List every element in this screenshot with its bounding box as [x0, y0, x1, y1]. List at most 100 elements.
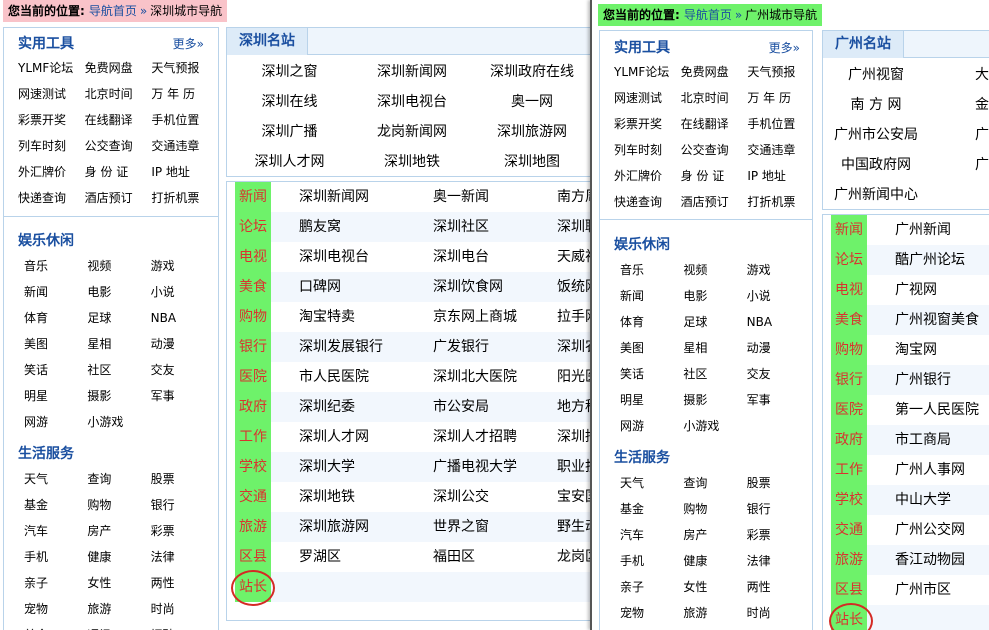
famous-site-link[interactable]: 南 方 网: [823, 90, 929, 120]
category-site-link[interactable]: 京东网上商城: [433, 302, 557, 332]
life-link[interactable]: 通讯: [87, 622, 150, 630]
category-site-link[interactable]: 深圳北大医院: [433, 362, 557, 392]
ent-link[interactable]: 笑话: [620, 361, 683, 387]
life-link[interactable]: 彩票: [747, 522, 810, 548]
life-link[interactable]: 女性: [683, 574, 746, 600]
tool-link[interactable]: IP 地址: [747, 163, 814, 189]
category-site-link[interactable]: 深圳公交: [433, 482, 557, 512]
famous-sites-tab[interactable]: 深圳名站: [227, 28, 308, 55]
ent-link[interactable]: NBA: [747, 309, 810, 335]
tool-link[interactable]: 在线翻译: [681, 111, 748, 137]
tools-more-link[interactable]: 更多»: [769, 39, 800, 56]
life-link[interactable]: 法律: [151, 544, 214, 570]
category-label[interactable]: 交通: [831, 515, 867, 545]
category-site-link[interactable]: 淘宝特卖: [271, 302, 433, 332]
ent-link[interactable]: 视频: [87, 253, 150, 279]
category-site-link[interactable]: 深圳电视台: [271, 242, 433, 272]
ent-link[interactable]: 军事: [747, 387, 810, 413]
life-link[interactable]: 汽车: [24, 518, 87, 544]
famous-site-link[interactable]: 深圳电视台: [352, 87, 472, 117]
tool-link[interactable]: IP 地址: [151, 159, 218, 185]
life-link[interactable]: 旅游: [683, 600, 746, 626]
ent-link[interactable]: 星相: [683, 335, 746, 361]
life-link[interactable]: 股票: [151, 466, 214, 492]
life-link[interactable]: 时尚: [747, 600, 810, 626]
category-label[interactable]: 购物: [235, 302, 271, 332]
tool-link[interactable]: 天气预报: [747, 59, 814, 85]
category-site-link[interactable]: 深圳社区: [433, 212, 557, 242]
tool-link[interactable]: 彩票开奖: [18, 107, 85, 133]
ent-link[interactable]: 笑话: [24, 357, 87, 383]
ent-link[interactable]: 视频: [683, 257, 746, 283]
life-link[interactable]: 宠物: [24, 596, 87, 622]
ent-link[interactable]: 社区: [87, 357, 150, 383]
ent-link[interactable]: 体育: [620, 309, 683, 335]
category-label[interactable]: 旅游: [831, 545, 867, 575]
tool-link[interactable]: 公交查询: [681, 137, 748, 163]
category-label[interactable]: 旅游: [235, 512, 271, 542]
life-link[interactable]: 天气: [24, 466, 87, 492]
category-site-link[interactable]: 拉手网: [557, 302, 590, 332]
ent-link[interactable]: 足球: [683, 309, 746, 335]
life-link[interactable]: 房产: [683, 522, 746, 548]
category-site-link[interactable]: 中山大学: [867, 485, 989, 515]
famous-site-link[interactable]: 广州市公安局: [823, 120, 929, 150]
tool-link[interactable]: 交通违章: [151, 133, 218, 159]
category-site-link[interactable]: 宝安国: [557, 482, 590, 512]
life-link[interactable]: 房产: [87, 518, 150, 544]
famous-site-link[interactable]: 中国政府网: [823, 150, 929, 180]
tool-link[interactable]: 列车时刻: [18, 133, 85, 159]
category-label[interactable]: 医院: [831, 395, 867, 425]
category-site-link[interactable]: 奥一新闻: [433, 182, 557, 212]
category-site-link[interactable]: 饭统网: [557, 272, 590, 302]
tool-link[interactable]: 天气预报: [151, 55, 218, 81]
famous-site-link[interactable]: 深圳之窗: [227, 57, 352, 87]
life-link[interactable]: 彩票: [151, 518, 214, 544]
famous-site-link[interactable]: 深圳地图: [472, 147, 590, 177]
category-site-link[interactable]: 广州新闻: [867, 215, 989, 245]
famous-site-link[interactable]: 广州新闻中心: [823, 180, 929, 210]
ent-link[interactable]: 美图: [620, 335, 683, 361]
tool-link[interactable]: 酒店预订: [681, 189, 748, 215]
ent-link[interactable]: 动漫: [151, 331, 214, 357]
category-label[interactable]: 医院: [235, 362, 271, 392]
ent-link[interactable]: 足球: [87, 305, 150, 331]
category-site-link[interactable]: 广州人事网: [867, 455, 989, 485]
life-link[interactable]: 招聘: [151, 622, 214, 630]
life-link[interactable]: 基金: [620, 496, 683, 522]
tool-link[interactable]: 交通违章: [747, 137, 814, 163]
category-site-link[interactable]: 市人民医院: [271, 362, 433, 392]
tool-link[interactable]: 快递查询: [18, 185, 85, 211]
category-site-link[interactable]: 世界之窗: [433, 512, 557, 542]
life-link[interactable]: 银行: [747, 496, 810, 522]
famous-site-link[interactable]: 深圳政府在线: [472, 57, 590, 87]
category-site-link[interactable]: 深圳发展银行: [271, 332, 433, 362]
ent-link[interactable]: 体育: [24, 305, 87, 331]
ent-link[interactable]: 游戏: [747, 257, 810, 283]
life-link[interactable]: 时尚: [151, 596, 214, 622]
tool-link[interactable]: 身 份 证: [681, 163, 748, 189]
life-link[interactable]: 查询: [683, 470, 746, 496]
ent-link[interactable]: 明星: [24, 383, 87, 409]
famous-site-link[interactable]: 深圳地铁: [352, 147, 472, 177]
ent-link[interactable]: 游戏: [151, 253, 214, 279]
tool-link[interactable]: 北京时间: [85, 81, 152, 107]
life-link[interactable]: 健康: [87, 544, 150, 570]
category-site-link[interactable]: 深圳新闻网: [271, 182, 433, 212]
category-label[interactable]: 站长: [831, 605, 867, 630]
ent-link[interactable]: [151, 409, 214, 435]
famous-site-link[interactable]: 深圳在线: [227, 87, 352, 117]
ent-link[interactable]: 明星: [620, 387, 683, 413]
category-label[interactable]: 美食: [831, 305, 867, 335]
category-site-link[interactable]: 广视网: [867, 275, 989, 305]
tool-link[interactable]: 手机位置: [747, 111, 814, 137]
life-link[interactable]: 美食: [24, 622, 87, 630]
category-site-link[interactable]: 福田区: [433, 542, 557, 572]
category-site-link[interactable]: 广播电视大学: [433, 452, 557, 482]
life-link[interactable]: 女性: [87, 570, 150, 596]
category-label[interactable]: 学校: [831, 485, 867, 515]
category-site-link[interactable]: 口碑网: [271, 272, 433, 302]
life-link[interactable]: 股票: [747, 470, 810, 496]
life-link[interactable]: 健康: [683, 548, 746, 574]
ent-link[interactable]: NBA: [151, 305, 214, 331]
